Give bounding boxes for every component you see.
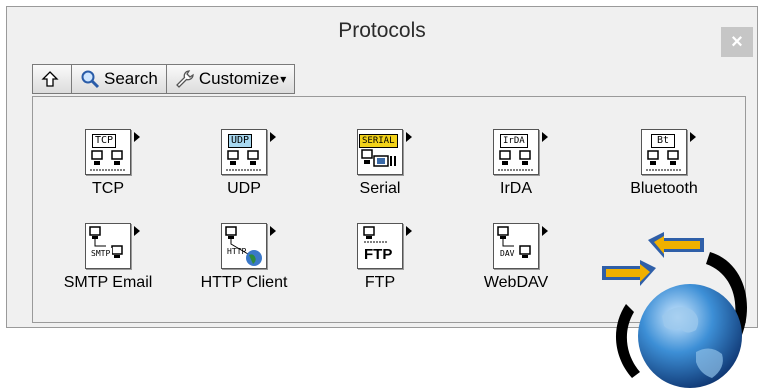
irda-tag: IrDA bbox=[500, 134, 528, 148]
palette-title: Protocols bbox=[338, 19, 426, 42]
irda-label: IrDA bbox=[500, 180, 532, 197]
serial-label: Serial bbox=[359, 180, 401, 197]
webdav-item[interactable]: DAV WebDAV bbox=[461, 223, 571, 292]
udp-tag: UDP bbox=[228, 134, 253, 148]
smtp-email-label: SMTP Email bbox=[63, 274, 153, 291]
ftp-tag: FTP bbox=[364, 246, 393, 263]
bluetooth-tag: Bt bbox=[651, 134, 676, 148]
serial-icon: SERIAL bbox=[357, 129, 412, 175]
smtp-email-item[interactable]: SMTP SMTP Email bbox=[53, 223, 163, 292]
tcp-icon: TCP bbox=[85, 129, 140, 175]
up-arrow-icon bbox=[41, 71, 59, 87]
http-icon: HTTP bbox=[221, 223, 276, 269]
http-client-label: HTTP Client bbox=[200, 274, 288, 291]
customize-button[interactable]: Customize ▾ bbox=[166, 65, 295, 93]
ftp-label: FTP bbox=[364, 274, 396, 291]
smtp-tag: SMTP bbox=[89, 248, 113, 260]
http-tag: HTTP bbox=[227, 247, 247, 256]
customize-dropdown-icon: ▾ bbox=[280, 72, 287, 86]
irda-icon: IrDA bbox=[493, 129, 548, 175]
bluetooth-item[interactable]: Bt Bluetooth bbox=[609, 129, 719, 198]
udp-item[interactable]: UDP UDP bbox=[189, 129, 299, 198]
ftp-icon: FTP bbox=[357, 223, 412, 269]
palette-toolbar: Search Customize ▾ bbox=[32, 64, 296, 94]
network-globe-icon bbox=[602, 232, 748, 388]
webdav-label: WebDAV bbox=[483, 274, 549, 291]
webdav-tag: DAV bbox=[498, 248, 517, 260]
bluetooth-label: Bluetooth bbox=[630, 180, 698, 197]
http-client-item[interactable]: HTTP HTTP Client bbox=[189, 223, 299, 292]
smtp-icon: SMTP bbox=[85, 223, 140, 269]
udp-label: UDP bbox=[227, 180, 261, 197]
bluetooth-icon: Bt bbox=[641, 129, 696, 175]
webdav-icon: DAV bbox=[493, 223, 548, 269]
close-button[interactable]: × bbox=[721, 27, 753, 57]
ftp-item[interactable]: FTP FTP bbox=[325, 223, 435, 292]
tcp-tag: TCP bbox=[92, 134, 117, 148]
serial-tag: SERIAL bbox=[359, 134, 398, 148]
search-icon bbox=[81, 70, 100, 89]
serial-item[interactable]: SERIAL Serial bbox=[325, 129, 435, 198]
tcp-item[interactable]: TCP TCP bbox=[53, 129, 163, 198]
wrench-icon bbox=[175, 70, 194, 88]
search-label: Search bbox=[104, 69, 158, 88]
up-button[interactable] bbox=[33, 65, 72, 93]
irda-item[interactable]: IrDA IrDA bbox=[461, 129, 571, 198]
udp-icon: UDP bbox=[221, 129, 276, 175]
tcp-label: TCP bbox=[92, 180, 124, 197]
customize-label: Customize bbox=[198, 69, 280, 88]
search-button[interactable]: Search bbox=[72, 65, 167, 93]
